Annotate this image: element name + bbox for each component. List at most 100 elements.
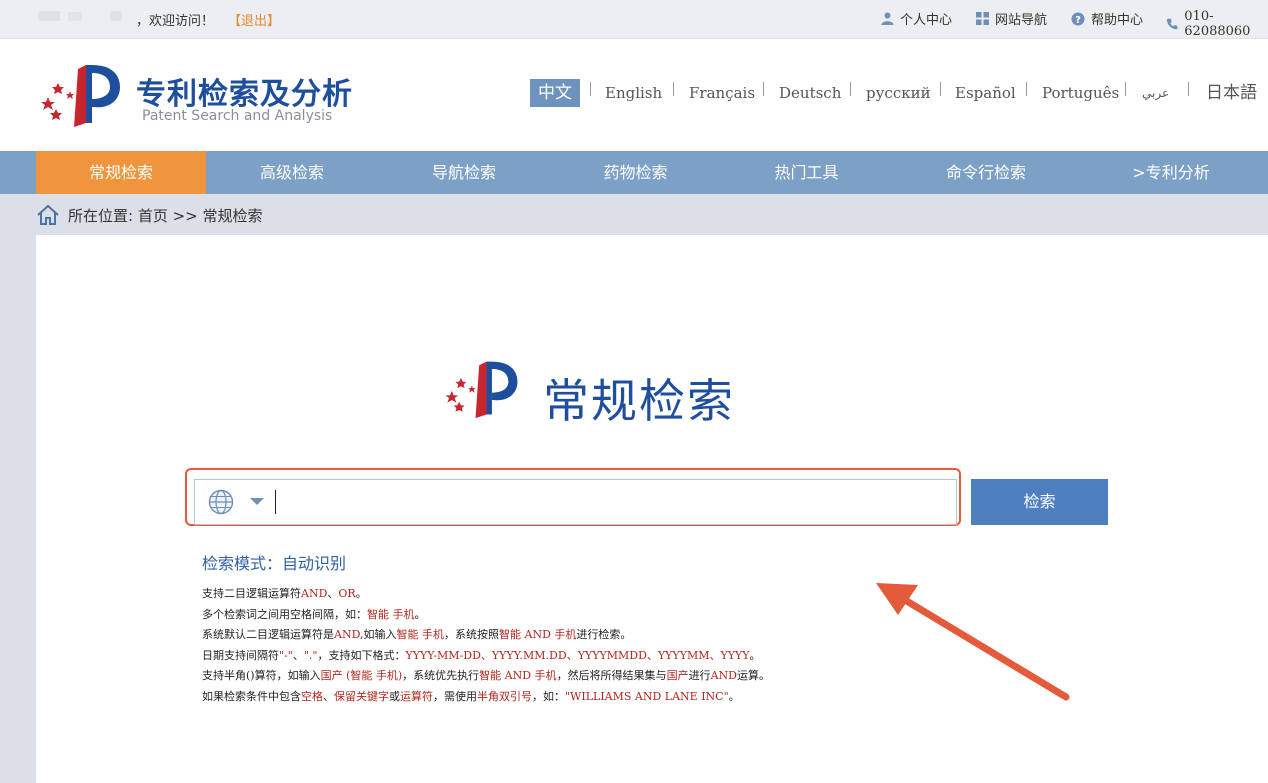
help-text: 、 xyxy=(323,689,334,703)
help-keyword: 智能 手机 xyxy=(367,607,415,621)
divider xyxy=(940,82,941,96)
globe-icon[interactable] xyxy=(208,489,234,515)
help-text: 多个检索词之间用空格间隔，如： xyxy=(202,607,367,621)
nav-patent-analysis[interactable]: >专利分析 xyxy=(1080,151,1262,194)
help-text: 或 xyxy=(389,689,400,703)
user-icon xyxy=(881,12,894,25)
help-keyword: 国产 xyxy=(666,669,689,682)
divider xyxy=(763,82,764,96)
text-cursor xyxy=(275,490,276,514)
help-keyword: "WILLIAMS AND LANE INC" xyxy=(565,689,729,703)
help-text: 运算。 xyxy=(736,669,770,682)
help-keyword: 运算符 xyxy=(400,689,433,703)
top-bar: ，欢迎访问！ 【退出】 个人中心 网站导航 ? 帮助中心 010-6208806… xyxy=(0,0,1268,39)
help-keyword: 智能 手机 xyxy=(396,628,445,641)
help-center-label: 帮助中心 xyxy=(1091,13,1144,28)
personal-center-link[interactable]: 个人中心 xyxy=(881,9,952,28)
nav-drug-search[interactable]: 药物检索 xyxy=(550,151,721,194)
lang-ar[interactable]: عربي xyxy=(1142,79,1169,107)
lang-fr[interactable]: Français xyxy=(689,79,755,107)
help-keyword: AND xyxy=(334,628,360,641)
search-mode-label: 检索模式：自动识别 xyxy=(202,554,347,573)
lang-ru[interactable]: русский xyxy=(866,79,931,107)
site-nav-label: 网站导航 xyxy=(995,13,1048,28)
lang-es[interactable]: Español xyxy=(955,79,1016,107)
help-text: 进行 xyxy=(688,669,711,682)
help-text: 日期支持间隔符 xyxy=(202,648,279,662)
site-subtitle: Patent Search and Analysis xyxy=(142,108,333,124)
home-icon[interactable] xyxy=(36,204,60,226)
help-text: 。 xyxy=(749,648,761,662)
nav-regular-search[interactable]: 常规检索 xyxy=(36,151,206,194)
help-text: 。 xyxy=(355,587,367,600)
welcome-text: ，欢迎访问！ xyxy=(136,14,215,29)
divider xyxy=(590,82,591,96)
search-input[interactable] xyxy=(280,483,954,523)
username-placeholder xyxy=(110,11,122,21)
nav-navigation-search[interactable]: 导航检索 xyxy=(378,151,550,194)
help-keyword: "-" xyxy=(279,648,293,662)
help-text: ，系统优先执行 xyxy=(402,669,480,682)
phone-number: 010-62088060 xyxy=(1166,9,1268,39)
help-center-link[interactable]: ? 帮助中心 xyxy=(1071,9,1143,28)
help-line: 系统默认二目逻辑运算符是AND,如输入智能 手机，系统按照智能 AND 手机进行… xyxy=(202,625,770,646)
help-keyword: 国产 (智能 手机) xyxy=(320,669,403,682)
phone-number-label: 010-62088060 xyxy=(1184,9,1251,39)
help-line: 支持半角()算符，如输入国产 (智能 手机)，系统优先执行智能 AND 手机，然… xyxy=(202,666,770,687)
divider xyxy=(1125,82,1126,96)
question-icon: ? xyxy=(1071,12,1085,26)
help-text: ，需使用 xyxy=(433,689,477,703)
lang-zh[interactable]: 中文 xyxy=(530,79,580,107)
site-logo[interactable] xyxy=(36,61,124,129)
help-keyword: "." xyxy=(303,648,318,662)
username-placeholder xyxy=(68,12,82,21)
lang-ja[interactable]: 日本語 xyxy=(1206,79,1257,107)
nav-hot-tools[interactable]: 热门工具 xyxy=(721,151,892,194)
breadcrumb-text: 所在位置: 首页 >> 常规检索 xyxy=(68,206,263,225)
chevron-down-icon[interactable] xyxy=(250,498,264,506)
help-text: 如果检索条件中包含 xyxy=(202,689,301,703)
phone-icon xyxy=(1166,18,1178,30)
grid-icon xyxy=(976,12,989,25)
help-keyword: 空格 xyxy=(301,689,323,703)
help-text: ，支持如下格式： xyxy=(317,648,406,662)
main-nav: 常规检索 高级检索 导航检索 药物检索 热门工具 命令行检索 >专利分析 xyxy=(0,151,1268,194)
help-keyword: AND xyxy=(301,587,328,600)
personal-center-label: 个人中心 xyxy=(900,13,953,28)
divider xyxy=(1188,82,1189,96)
nav-advanced-search[interactable]: 高级检索 xyxy=(206,151,378,194)
help-line: 如果检索条件中包含空格、保留关键字或运算符，需使用半角双引号，如："WILLIA… xyxy=(202,687,770,708)
help-keyword: YYYY-MM-DD、YYYY.MM.DD、YYYYMMDD、YYYYMM、YY… xyxy=(405,648,750,662)
search-button[interactable]: 检索 xyxy=(971,479,1108,525)
help-keyword: 智能 AND 手机 xyxy=(479,669,557,682)
help-text: 系统默认二目逻辑运算符是 xyxy=(202,628,334,641)
help-keyword: 保留关键字 xyxy=(334,689,389,703)
annotation-arrow xyxy=(876,583,1070,701)
lang-de[interactable]: Deutsch xyxy=(779,79,841,107)
site-nav-link[interactable]: 网站导航 xyxy=(976,9,1047,28)
lang-en[interactable]: English xyxy=(605,79,662,107)
site-title: 专利检索及分析 xyxy=(136,77,353,112)
divider xyxy=(850,82,851,96)
lang-pt[interactable]: Português xyxy=(1042,79,1119,107)
help-text: ,如输入 xyxy=(360,628,397,641)
help-text: ，然后将所得结果集与 xyxy=(556,669,667,682)
svg-text:?: ? xyxy=(1075,15,1081,26)
logout-link[interactable]: 【退出】 xyxy=(228,10,280,29)
help-keyword: AND xyxy=(710,669,737,682)
site-header: 专利检索及分析 Patent Search and Analysis 中文 En… xyxy=(0,39,1268,151)
breadcrumb: 所在位置: 首页 >> 常规检索 xyxy=(36,204,263,226)
help-text: 。 xyxy=(414,607,426,621)
help-line: 多个检索词之间用空格间隔，如：智能 手机。 xyxy=(202,605,770,626)
help-text: 支持半角()算符，如输入 xyxy=(202,669,321,682)
divider xyxy=(1026,82,1027,96)
search-logo xyxy=(445,361,518,419)
help-keyword: OR xyxy=(338,587,356,600)
nav-command-search[interactable]: 命令行检索 xyxy=(892,151,1080,194)
help-line: 日期支持间隔符"-"、"."，支持如下格式：YYYY-MM-DD、YYYY.MM… xyxy=(202,646,770,667)
username-placeholder xyxy=(38,11,60,21)
help-text: 、 xyxy=(327,587,339,600)
help-text: 。 xyxy=(728,689,740,703)
search-help: 支持二目逻辑运算符AND、OR。 多个检索词之间用空格间隔，如：智能 手机。 系统默… xyxy=(202,584,770,707)
help-keyword: 智能 AND 手机 xyxy=(499,628,577,641)
